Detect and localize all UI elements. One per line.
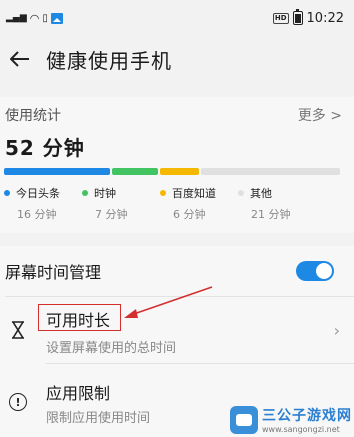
legend-item: 百度知道 6 分钟 bbox=[160, 185, 230, 222]
battery-icon bbox=[292, 9, 303, 25]
usage-section-label: 使用统计 bbox=[5, 108, 61, 124]
legend-app-time: 7 分钟 bbox=[95, 208, 128, 221]
page-title: 健康使用手机 bbox=[46, 48, 172, 73]
chevron-right-icon: › bbox=[333, 321, 340, 340]
usage-bar-segment bbox=[111, 168, 158, 175]
usage-legend: 今日头条 16 分钟 时钟 7 分钟 百度知道 6 分钟 其他 21 分钟 bbox=[4, 185, 344, 222]
legend-app-name: 时钟 bbox=[94, 187, 116, 200]
legend-app-time: 6 分钟 bbox=[173, 208, 206, 221]
watermark-name: 三公子游戏网 bbox=[262, 408, 352, 424]
item-subtitle: 设置屏幕使用的总时间 bbox=[46, 341, 177, 356]
legend-app-name: 今日头条 bbox=[16, 187, 60, 200]
usage-bar bbox=[4, 168, 340, 175]
hourglass-icon bbox=[8, 320, 28, 340]
legend-dot bbox=[82, 190, 88, 196]
legend-item: 其他 21 分钟 bbox=[238, 185, 308, 222]
watermark-text: 三公子游戏网 www.sangongzi.net bbox=[262, 405, 352, 434]
gallery-notification-icon bbox=[50, 12, 63, 24]
app-header: 健康使用手机 bbox=[0, 36, 354, 82]
legend-dot bbox=[160, 190, 166, 196]
status-bar: ▂▄▆ ◠ ▯ HD 10:22 bbox=[0, 0, 354, 36]
legend-app-name: 百度知道 bbox=[172, 187, 216, 200]
highlight-box bbox=[38, 304, 121, 331]
legend-item: 时钟 7 分钟 bbox=[82, 185, 152, 222]
watermark: 三公子游戏网 www.sangongzi.net bbox=[230, 405, 352, 434]
legend-app-time: 16 分钟 bbox=[17, 208, 57, 221]
more-link[interactable]: 更多 > bbox=[298, 105, 342, 125]
status-left: ▂▄▆ ◠ ▯ bbox=[6, 12, 63, 25]
item-subtitle: 限制应用使用时间 bbox=[46, 411, 151, 426]
info-icon: ! bbox=[8, 392, 28, 412]
wifi-icon: ◠ bbox=[29, 11, 40, 25]
watermark-url: www.sangongzi.net bbox=[262, 425, 340, 434]
signal-icon: ▂▄▆ bbox=[6, 13, 27, 23]
legend-dot bbox=[238, 190, 244, 196]
legend-item: 今日头条 16 分钟 bbox=[4, 185, 74, 222]
status-right: HD 10:22 bbox=[272, 9, 344, 26]
legend-app-time: 21 分钟 bbox=[251, 208, 291, 221]
screen-time-toggle-row[interactable]: 屏幕时间管理 bbox=[0, 246, 354, 296]
usage-bar-segment bbox=[201, 168, 340, 175]
back-arrow-icon[interactable] bbox=[0, 36, 40, 82]
screen-time-switch[interactable] bbox=[296, 261, 334, 281]
hd-badge: HD bbox=[272, 12, 289, 24]
legend-dot bbox=[4, 190, 10, 196]
item-title: 应用限制 bbox=[46, 384, 111, 403]
total-usage-time: 52 分钟 bbox=[5, 136, 85, 160]
watermark-logo-icon bbox=[230, 405, 258, 434]
usage-bar-segment bbox=[4, 168, 110, 175]
legend-app-name: 其他 bbox=[250, 187, 272, 200]
usage-bar-segment bbox=[159, 168, 200, 175]
usage-header: 使用统计 更多 > bbox=[5, 105, 342, 125]
sim-icon: ▯ bbox=[42, 12, 48, 24]
usage-card[interactable]: 使用统计 更多 > 52 分钟 今日头条 16 分钟 时钟 7 分钟 百度知道 … bbox=[0, 97, 354, 233]
clock: 10:22 bbox=[306, 10, 344, 26]
screen-time-title: 屏幕时间管理 bbox=[5, 263, 102, 282]
